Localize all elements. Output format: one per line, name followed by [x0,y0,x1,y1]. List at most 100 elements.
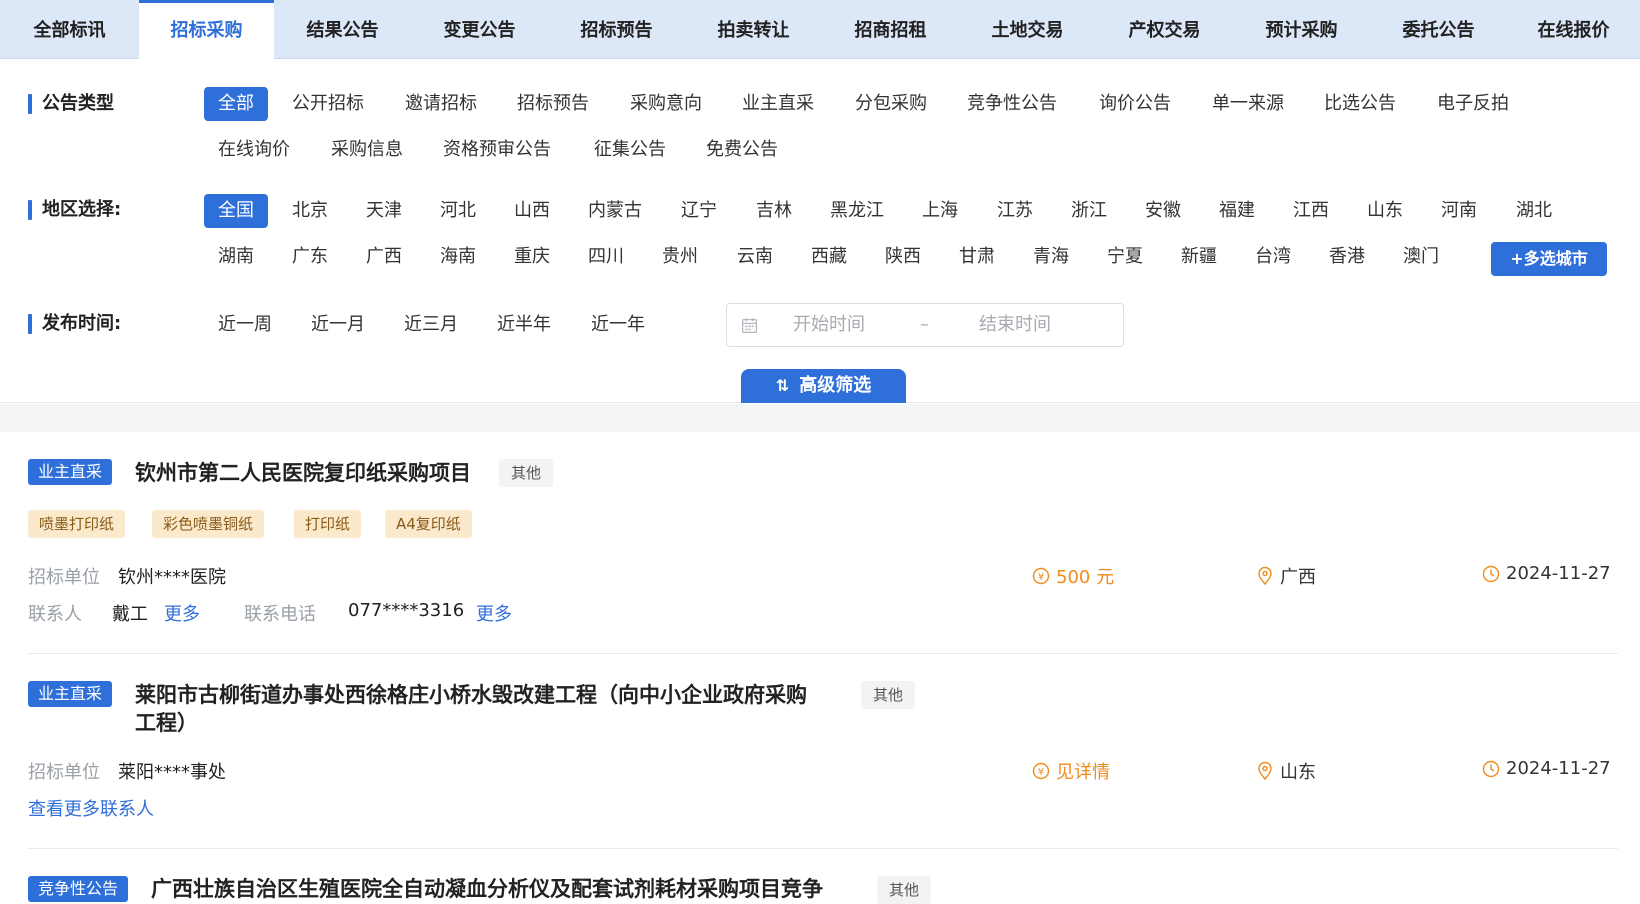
type-option-all[interactable]: 全部 [204,87,268,121]
type-option[interactable]: 招标预告 [517,87,589,121]
region-option[interactable]: 内蒙古 [588,194,642,228]
type-option[interactable]: 征集公告 [594,133,666,167]
tab-bidding-procurement[interactable]: 招标采购 [139,0,274,60]
tab-preview[interactable]: 招标预告 [548,0,685,59]
region-option[interactable]: 陕西 [885,240,921,274]
region-option[interactable]: 河南 [1441,194,1477,228]
region-option[interactable]: 广西 [366,240,402,274]
tab-property-rights[interactable]: 产权交易 [1096,0,1233,59]
tab-auction[interactable]: 拍卖转让 [685,0,822,59]
type-option[interactable]: 单一来源 [1212,87,1284,121]
time-option[interactable]: 近一年 [591,308,645,342]
date-value: 2024-11-27 [1506,758,1611,779]
region-option[interactable]: 湖北 [1516,194,1552,228]
region-option[interactable]: 西藏 [811,240,847,274]
region-option-all[interactable]: 全国 [204,194,268,228]
region-option[interactable]: 江苏 [997,194,1033,228]
type-option[interactable]: 邀请招标 [405,87,477,121]
type-option[interactable]: 公开招标 [292,87,364,121]
region-option[interactable]: 福建 [1219,194,1255,228]
contact-more-link[interactable]: 更多 [164,600,200,626]
time-option[interactable]: 近半年 [497,308,551,342]
region-option[interactable]: 台湾 [1255,240,1291,274]
multi-city-button[interactable]: +多选城市 [1491,242,1607,276]
advanced-filter-label: 高级筛选 [799,375,872,396]
region-option[interactable]: 吉林 [756,194,792,228]
result-title[interactable]: 钦州市第二人民医院复印纸采购项目 [135,459,471,487]
type-option[interactable]: 业主直采 [742,87,814,121]
section-gap [0,404,1640,432]
region-option[interactable]: 浙江 [1071,194,1107,228]
region-option[interactable]: 青海 [1033,240,1069,274]
phone-more-link[interactable]: 更多 [476,600,512,626]
type-label: 公告类型 [28,93,114,115]
tab-online-quote[interactable]: 在线报价 [1507,0,1640,59]
tab-entrusted[interactable]: 委托公告 [1370,0,1507,59]
region-option[interactable]: 安徽 [1145,194,1181,228]
type-option[interactable]: 资格预审公告 [443,133,551,167]
region-option[interactable]: 江西 [1293,194,1329,228]
unit-value: 莱阳****事处 [118,762,226,783]
unit-label: 招标单位 [28,762,100,783]
region-value: 广西 [1280,567,1316,588]
type-option[interactable]: 竞争性公告 [967,87,1057,121]
region-option[interactable]: 黑龙江 [830,194,884,228]
keyword-tag[interactable]: A4复印纸 [385,510,472,538]
tab-all-notices[interactable]: 全部标讯 [0,0,139,59]
region-option[interactable]: 上海 [922,194,958,228]
type-option[interactable]: 采购信息 [331,133,403,167]
type-option[interactable]: 分包采购 [855,87,927,121]
result-title[interactable]: 莱阳市古柳街道办事处西徐格庄小桥水毁改建工程（向中小企业政府采购 工程） [135,681,807,737]
region-option[interactable]: 湖南 [218,240,254,274]
tab-land[interactable]: 土地交易 [959,0,1096,59]
tab-planned-procurement[interactable]: 预计采购 [1233,0,1370,59]
region-option[interactable]: 宁夏 [1107,240,1143,274]
keyword-tag[interactable]: 打印纸 [294,510,362,538]
start-date-input[interactable] [793,304,913,346]
type-option[interactable]: 在线询价 [218,133,290,167]
region-option[interactable]: 河北 [440,194,476,228]
region-option[interactable]: 重庆 [514,240,550,274]
result-title[interactable]: 广西壮族自治区生殖医院全自动凝血分析仪及配套试剂耗材采购项目竞争 [151,875,823,903]
end-date-input[interactable] [979,304,1099,346]
region-option[interactable]: 海南 [440,240,476,274]
date-value: 2024-11-27 [1506,563,1611,584]
location-pin-icon [1258,761,1272,781]
svg-text:¥: ¥ [1038,767,1044,778]
keyword-tag[interactable]: 彩色喷墨铜纸 [152,510,265,538]
region-option[interactable]: 甘肃 [959,240,995,274]
region-option[interactable]: 广东 [292,240,328,274]
advanced-filter-button[interactable]: ⇅ 高级筛选 [741,369,906,403]
more-contacts-link[interactable]: 查看更多联系人 [28,795,154,821]
region-option[interactable]: 云南 [737,240,773,274]
keyword-tag[interactable]: 喷墨打印纸 [28,510,126,538]
region-option[interactable]: 澳门 [1403,240,1439,274]
clock-icon [1482,565,1500,582]
time-option[interactable]: 近三月 [404,308,458,342]
type-option[interactable]: 询价公告 [1099,87,1171,121]
time-option[interactable]: 近一月 [311,308,365,342]
region-option[interactable]: 北京 [292,194,328,228]
type-option[interactable]: 比选公告 [1324,87,1396,121]
budget-value: 见详情 [1056,762,1110,783]
region-option[interactable]: 香港 [1329,240,1365,274]
budget-value: 500 元 [1056,567,1115,588]
region-option[interactable]: 贵州 [662,240,698,274]
category-tabs: 全部标讯 招标采购 结果公告 变更公告 招标预告 拍卖转让 招商招租 土地交易 … [0,0,1640,60]
tab-investment-lease[interactable]: 招商招租 [822,0,959,59]
type-option[interactable]: 免费公告 [706,133,778,167]
sort-arrows-icon: ⇅ [775,376,790,395]
contact-label: 联系人 [28,604,82,625]
region-option[interactable]: 天津 [366,194,402,228]
region-option[interactable]: 山东 [1367,194,1403,228]
date-range-picker[interactable]: – [726,303,1124,347]
region-option[interactable]: 四川 [588,240,624,274]
tab-results[interactable]: 结果公告 [274,0,411,59]
tab-changes[interactable]: 变更公告 [411,0,548,59]
time-option[interactable]: 近一周 [218,308,272,342]
type-option[interactable]: 采购意向 [630,87,702,121]
region-option[interactable]: 新疆 [1181,240,1217,274]
region-option[interactable]: 辽宁 [681,194,717,228]
type-option[interactable]: 电子反拍 [1437,87,1509,121]
region-option[interactable]: 山西 [514,194,550,228]
